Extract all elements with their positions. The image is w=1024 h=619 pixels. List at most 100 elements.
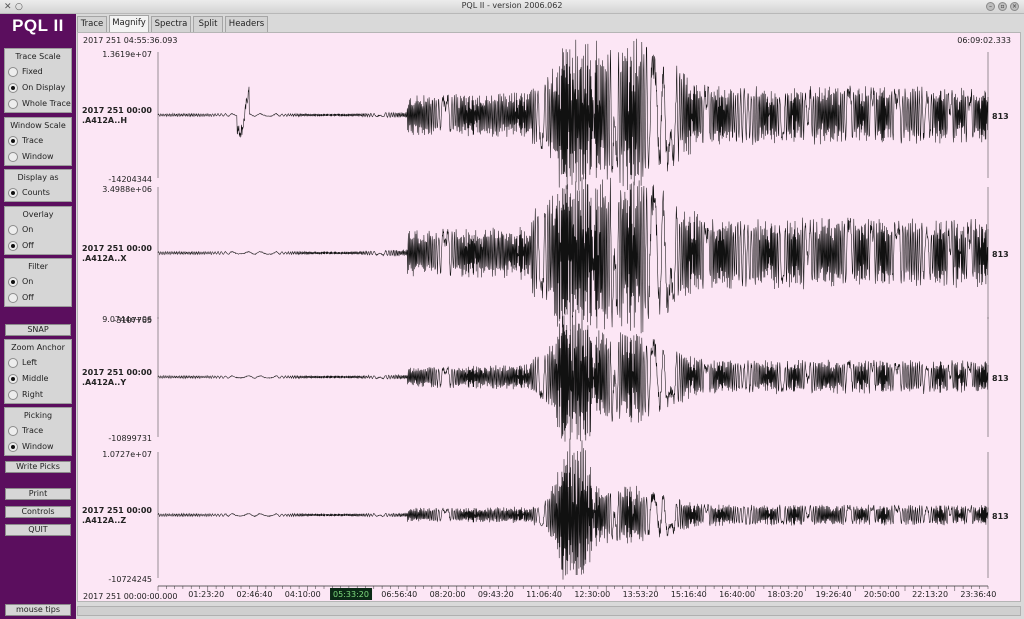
trace-date-label: 2017 251 00:00 bbox=[82, 368, 152, 377]
radio-icon[interactable] bbox=[8, 225, 18, 235]
radio-selected-icon[interactable] bbox=[8, 188, 18, 198]
axis-tick-label: 19:26:40 bbox=[816, 590, 852, 599]
radio-icon[interactable] bbox=[8, 390, 18, 400]
radio-selected-icon[interactable] bbox=[8, 136, 18, 146]
waveform-line bbox=[157, 308, 989, 442]
minimize-icon[interactable]: – bbox=[986, 2, 995, 11]
filter-on-option[interactable]: On bbox=[5, 274, 71, 290]
axis-tick-label: 12:30:00 bbox=[574, 590, 610, 599]
radio-icon[interactable] bbox=[8, 293, 18, 303]
axis-tick-label: 11:06:40 bbox=[526, 590, 562, 599]
trace-min-label: -10899731 bbox=[108, 434, 152, 443]
axis-tick-label: 18:03:20 bbox=[767, 590, 803, 599]
picking-panel: Picking Trace Window bbox=[4, 407, 72, 456]
radio-icon[interactable] bbox=[8, 67, 18, 77]
overlay-off-option[interactable]: Off bbox=[5, 238, 71, 254]
radio-selected-icon[interactable] bbox=[8, 83, 18, 93]
window-scale-trace-option[interactable]: Trace bbox=[5, 133, 71, 149]
trace-panel[interactable]: 1.0727e+07 -10724245 2017 251 00:00.A412A.… bbox=[82, 438, 1009, 584]
axis-tick-label: 09:43:20 bbox=[478, 590, 514, 599]
radio-icon[interactable] bbox=[8, 358, 18, 368]
seismogram-plot-area[interactable]: 2017 251 04:55:36.093 06:09:02.333 1.361… bbox=[77, 32, 1021, 602]
filter-off-option[interactable]: Off bbox=[5, 290, 71, 306]
axis-tick-label: 01:23:20 bbox=[188, 590, 224, 599]
radio-icon[interactable] bbox=[8, 152, 18, 162]
filter-title: Filter bbox=[28, 262, 48, 271]
trace-channel-label: .A412A..H bbox=[82, 116, 127, 125]
trace-min-label: -10724245 bbox=[108, 575, 152, 584]
window-title: PQL II - version 2006.062 bbox=[461, 1, 563, 10]
zoom-anchor-panel: Zoom Anchor Left Middle Right bbox=[4, 339, 72, 404]
window-scale-panel: Window Scale Trace Window bbox=[4, 117, 72, 166]
tab-magnify[interactable]: Magnify bbox=[109, 15, 149, 33]
waveform-line bbox=[157, 173, 989, 334]
radio-selected-icon[interactable] bbox=[8, 277, 18, 287]
traces-group: 1.3619e+07-142043442017 251 00:00.A412A.… bbox=[82, 38, 1009, 584]
display-as-counts-option[interactable]: Counts bbox=[5, 185, 71, 201]
display-as-title: Display as bbox=[17, 173, 59, 182]
tab-spectra[interactable]: Spectra bbox=[151, 16, 191, 33]
start-time-label: 2017 251 04:55:36.093 bbox=[83, 36, 177, 45]
trace-channel-label: .A412A..Z bbox=[82, 516, 126, 525]
trace-panel[interactable]: 9.0744e+06 -10899731 2017 251 00:00.A412A.… bbox=[82, 308, 1009, 443]
trace-scale-fixed-option[interactable]: Fixed bbox=[5, 64, 71, 80]
waveform-line bbox=[157, 438, 989, 580]
axis-tick-label: 23:36:40 bbox=[960, 590, 996, 599]
zoom-anchor-middle-option[interactable]: Middle bbox=[5, 371, 71, 387]
controls-button[interactable]: Controls bbox=[5, 506, 71, 518]
radio-selected-icon[interactable] bbox=[8, 241, 18, 251]
axis-tick-label: 13:53:20 bbox=[623, 590, 659, 599]
axis-tick-label: 16:40:00 bbox=[719, 590, 755, 599]
overlay-title: Overlay bbox=[22, 210, 54, 219]
overlay-panel: Overlay On Off bbox=[4, 206, 72, 255]
axis-tick-label: 20:50:00 bbox=[864, 590, 900, 599]
axis-tick-label: 08:20:00 bbox=[430, 590, 466, 599]
trace-sample-count: 813 bbox=[992, 512, 1009, 521]
zoom-anchor-right-option[interactable]: Right bbox=[5, 387, 71, 403]
radio-selected-icon[interactable] bbox=[8, 374, 18, 384]
trace-channel-label: .A412A..X bbox=[82, 254, 127, 263]
trace-date-label: 2017 251 00:00 bbox=[82, 506, 152, 515]
trace-max-label: 9.0744e+06 bbox=[102, 315, 152, 324]
axis-tick-label: 02:46:40 bbox=[237, 590, 273, 599]
trace-panel[interactable]: 1.3619e+07 -14204344 2017 251 00:00.A412A.… bbox=[82, 38, 1009, 191]
trace-max-label: 1.0727e+07 bbox=[102, 450, 152, 459]
seismogram-canvas[interactable]: 2017 251 04:55:36.093 06:09:02.333 1.361… bbox=[78, 33, 1022, 603]
tab-split[interactable]: Split bbox=[193, 16, 223, 33]
axis-origin-label: 2017 251 00:00:00.000 bbox=[83, 592, 177, 601]
trace-scale-on-display-option[interactable]: On Display bbox=[5, 80, 71, 96]
trace-sample-count: 813 bbox=[992, 112, 1009, 121]
radio-selected-icon[interactable] bbox=[8, 442, 18, 452]
waveform-line bbox=[157, 38, 989, 191]
close-icon[interactable]: × bbox=[1010, 2, 1019, 11]
quit-button[interactable]: QUIT bbox=[5, 524, 71, 536]
filter-panel: Filter On Off bbox=[4, 258, 72, 307]
window-scale-title: Window Scale bbox=[10, 121, 66, 130]
trace-max-label: 1.3619e+07 bbox=[102, 50, 152, 59]
write-picks-button[interactable]: Write Picks bbox=[5, 461, 71, 473]
horizontal-scrollbar[interactable] bbox=[77, 606, 1021, 616]
window-scale-window-option[interactable]: Window bbox=[5, 149, 71, 165]
picking-title: Picking bbox=[23, 411, 53, 420]
mouse-tips-button[interactable]: mouse tips bbox=[5, 604, 71, 616]
radio-icon[interactable] bbox=[8, 426, 18, 436]
trace-scale-title: Trace Scale bbox=[15, 52, 61, 61]
picking-trace-option[interactable]: Trace bbox=[5, 423, 71, 439]
picking-window-option[interactable]: Window bbox=[5, 439, 71, 455]
trace-sample-count: 813 bbox=[992, 250, 1009, 259]
trace-scale-whole-trace-option[interactable]: Whole Trace bbox=[5, 96, 71, 112]
trace-scale-panel: Trace Scale Fixed On Display Whole Trace bbox=[4, 48, 72, 113]
end-time-label: 06:09:02.333 bbox=[957, 36, 1011, 45]
app-logo: PQL II bbox=[12, 16, 64, 35]
zoom-anchor-left-option[interactable]: Left bbox=[5, 355, 71, 371]
axis-tick-label: 06:56:40 bbox=[381, 590, 417, 599]
overlay-on-option[interactable]: On bbox=[5, 222, 71, 238]
snap-button[interactable]: SNAP bbox=[5, 324, 71, 336]
tab-trace[interactable]: Trace bbox=[77, 16, 107, 33]
tab-headers[interactable]: Headers bbox=[225, 16, 268, 33]
axis-tick-label: 22:13:20 bbox=[912, 590, 948, 599]
print-button[interactable]: Print bbox=[5, 488, 71, 500]
trace-panel[interactable]: 3.4988e+06-31077652017 251 00:00.A412A..… bbox=[82, 173, 1009, 334]
maximize-icon[interactable]: ▫ bbox=[998, 2, 1007, 11]
radio-icon[interactable] bbox=[8, 99, 18, 109]
